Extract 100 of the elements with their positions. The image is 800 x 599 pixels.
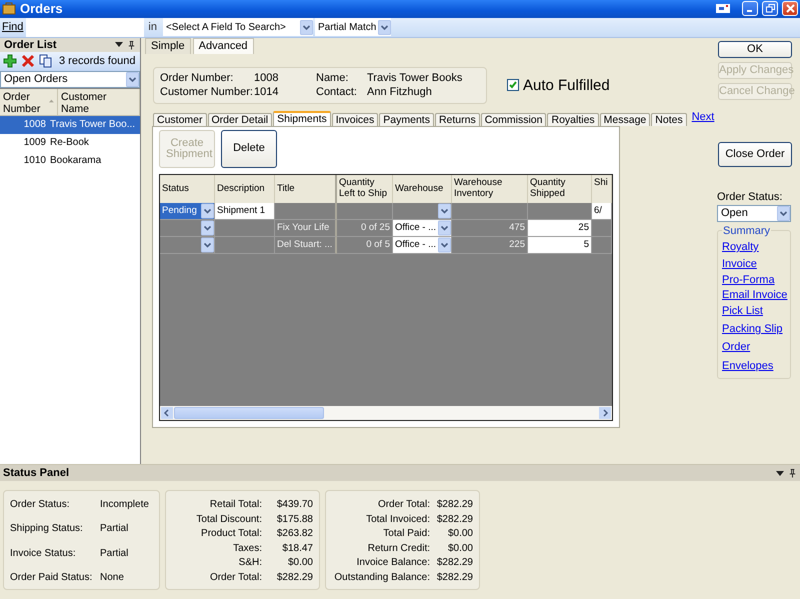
tab[interactable]: Notes xyxy=(651,112,687,126)
balance-label: Return Credit: xyxy=(366,542,430,554)
scroll-left-icon[interactable] xyxy=(161,406,173,419)
tray-icon[interactable] xyxy=(716,4,730,14)
records-count: 3 records found xyxy=(59,55,136,68)
field-value: 1014 xyxy=(254,86,280,98)
checkbox[interactable] xyxy=(507,79,519,92)
restore-button[interactable] xyxy=(762,1,778,16)
total-value: $175.88 xyxy=(276,514,313,525)
tab[interactable]: Invoices xyxy=(332,112,378,126)
summary-link[interactable]: Email Invoice xyxy=(722,288,786,301)
caret-down-icon[interactable] xyxy=(776,470,784,476)
briefcase-icon xyxy=(2,2,16,16)
restore-icon xyxy=(766,4,774,14)
status-value: Incomplete xyxy=(100,499,150,510)
find-field[interactable] xyxy=(26,18,144,37)
order-status-label: Order Status: xyxy=(717,190,784,203)
pin-icon[interactable] xyxy=(127,40,136,50)
find-label: Find xyxy=(1,21,24,34)
table-cell xyxy=(215,220,275,237)
tab[interactable]: Shipments xyxy=(273,110,331,126)
status-value: Partial xyxy=(100,548,130,559)
quantity-field[interactable]: 25 xyxy=(528,220,592,237)
balance-label: Total Invoiced: xyxy=(365,514,430,525)
summary-link[interactable]: Invoice xyxy=(722,258,786,270)
caret-down-icon[interactable] xyxy=(115,42,123,48)
copy-icon[interactable] xyxy=(39,54,53,68)
total-label: Taxes: xyxy=(232,542,262,554)
status-label: Shipping Status: xyxy=(10,523,84,534)
summary-link[interactable]: Packing Slip xyxy=(722,322,786,335)
panel-title: Status Panel xyxy=(3,467,70,479)
ship-date-field[interactable]: 6/ xyxy=(592,202,612,220)
warehouse-dropdown[interactable] xyxy=(393,202,452,220)
table-cell: Del Stuart: ... xyxy=(275,236,337,254)
horizontal-scrollbar[interactable] xyxy=(160,406,612,420)
status-value: None xyxy=(100,572,125,583)
balance-value: $282.29 xyxy=(436,499,473,510)
balance-label: Invoice Balance: xyxy=(356,557,430,568)
total-value: $282.29 xyxy=(276,572,313,583)
table-cell xyxy=(215,236,275,254)
next-link[interactable]: Next xyxy=(692,110,714,123)
summary-link[interactable]: Order xyxy=(722,340,786,353)
tab[interactable]: Order Detail xyxy=(208,112,272,126)
status-label: Order Paid Status: xyxy=(10,572,94,583)
pin-icon[interactable] xyxy=(788,468,797,478)
status-dropdown[interactable] xyxy=(160,236,215,254)
table-cell xyxy=(275,202,337,220)
checkbox-label: Auto Fulfilled xyxy=(523,76,610,94)
match-select[interactable]: Partial Match xyxy=(314,18,391,36)
summary-link[interactable]: Pro-Forma xyxy=(722,274,786,286)
total-label: Order Total: xyxy=(208,572,262,583)
tab[interactable]: Customer xyxy=(153,112,207,126)
window-title: Orders xyxy=(20,1,64,16)
balance-value: $282.29 xyxy=(436,514,473,525)
field-label: Name: xyxy=(316,72,350,84)
warehouse-dropdown[interactable]: Office - ... xyxy=(393,236,452,254)
column-header[interactable]: Quantity Left to Ship xyxy=(337,174,393,203)
column-header[interactable]: Quantity Shipped xyxy=(528,174,592,203)
summary-link[interactable]: Envelopes xyxy=(722,360,786,372)
mode-tab[interactable]: Simple xyxy=(145,38,191,54)
order-status-select[interactable]: Open xyxy=(717,204,791,222)
quantity-field[interactable]: 5 xyxy=(528,236,592,254)
scroll-thumb[interactable] xyxy=(174,406,324,419)
tab[interactable]: Message xyxy=(600,112,650,126)
total-label: S&H: xyxy=(238,557,262,568)
column-header[interactable]: Title xyxy=(275,174,337,203)
close-order-button[interactable]: Close Order xyxy=(718,142,792,167)
tab[interactable]: Commission xyxy=(480,112,546,126)
scroll-right-icon[interactable] xyxy=(599,406,611,419)
warehouse-dropdown[interactable]: Office - ... xyxy=(393,220,452,237)
column-header[interactable]: Warehouse Inventory xyxy=(452,174,528,203)
balance-label: Total Paid: xyxy=(382,528,430,540)
delete-icon[interactable] xyxy=(21,54,35,68)
status-dropdown[interactable] xyxy=(160,220,215,237)
mode-tab[interactable]: Advanced xyxy=(192,38,254,54)
shipment-button[interactable]: Delete xyxy=(221,130,277,168)
status-dropdown[interactable]: Pending xyxy=(160,202,215,220)
chevron-down-icon xyxy=(201,202,214,219)
status-label: Invoice Status: xyxy=(10,548,77,559)
chevron-down-icon xyxy=(438,220,451,236)
field-value: Ann Fitzhugh xyxy=(367,86,433,98)
total-value: $439.70 xyxy=(276,499,313,510)
tab[interactable]: Returns xyxy=(434,112,480,126)
close-button[interactable] xyxy=(782,1,798,16)
order-row[interactable]: 1008 Travis Tower Boo... xyxy=(0,116,140,134)
description-field[interactable]: Shipment 1 xyxy=(215,202,275,220)
action-button[interactable]: OK xyxy=(718,40,792,58)
filter-select[interactable]: Open Orders xyxy=(0,70,140,88)
group-title: Summary xyxy=(722,224,772,237)
minimize-button[interactable] xyxy=(742,1,758,16)
balance-value: $0.00 xyxy=(446,528,473,540)
summary-link[interactable]: Royalty xyxy=(722,240,786,253)
status-label: Order Status: xyxy=(10,499,70,510)
summary-link[interactable]: Pick List xyxy=(722,304,786,317)
tab[interactable]: Royalties xyxy=(547,112,599,126)
tab[interactable]: Payments xyxy=(379,112,434,126)
table-cell xyxy=(592,236,612,254)
panel-title: Order List xyxy=(4,38,58,51)
plus-icon[interactable] xyxy=(3,54,17,68)
field-select[interactable]: <Select A Field To Search> xyxy=(162,18,313,36)
